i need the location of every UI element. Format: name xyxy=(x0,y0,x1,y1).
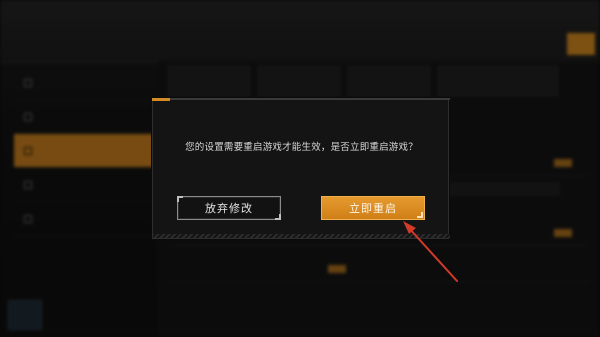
discard-changes-label: 放弃修改 xyxy=(205,202,253,215)
button-corner-decoration xyxy=(275,214,281,220)
dialog-message: 您的设置需要重启游戏才能生效，是否立即重启游戏？ xyxy=(185,142,418,153)
button-corner-decoration xyxy=(417,212,423,218)
dialog-top-border xyxy=(153,98,450,100)
dialog-accent-mark xyxy=(152,98,170,101)
dialog-hazard-stripes xyxy=(153,234,450,238)
restart-confirm-dialog: 您的设置需要重启游戏才能生效，是否立即重启游戏？ 放弃修改 立即重启 xyxy=(152,98,450,239)
discard-changes-button[interactable]: 放弃修改 xyxy=(177,196,281,220)
button-corner-decoration xyxy=(177,196,183,202)
restart-now-button[interactable]: 立即重启 xyxy=(321,196,425,220)
restart-now-label: 立即重启 xyxy=(349,202,397,215)
